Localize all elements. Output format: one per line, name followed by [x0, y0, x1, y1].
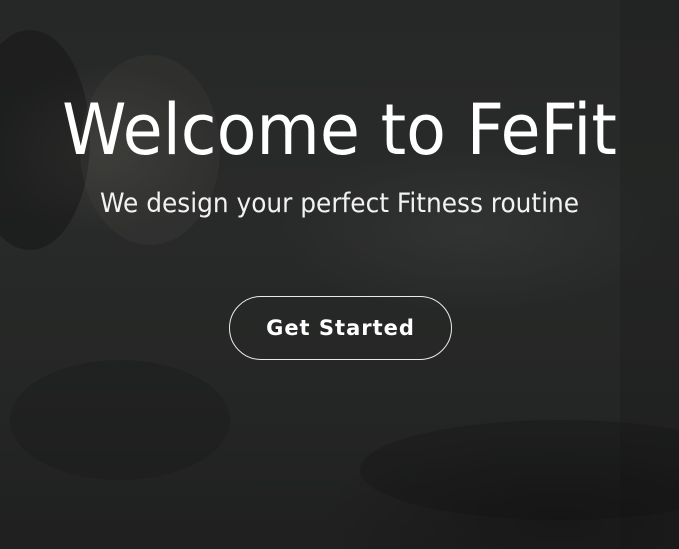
hero-overlay — [0, 0, 679, 549]
hero-subtitle: We design your perfect Fitness routine — [99, 188, 580, 219]
hero-title: Welcome to FeFit — [62, 89, 617, 171]
get-started-button[interactable]: Get Started — [229, 296, 452, 360]
hero-section: Welcome to FeFit We design your perfect … — [0, 0, 679, 549]
